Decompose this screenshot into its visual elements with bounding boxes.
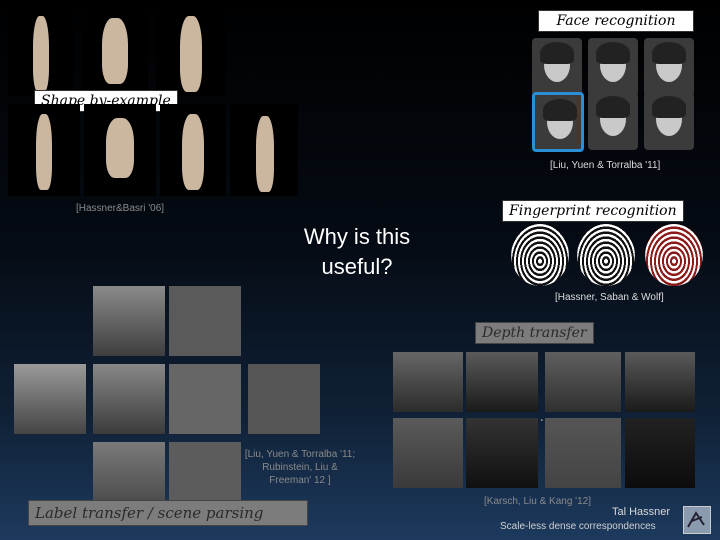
shape-thumb-5	[84, 104, 156, 196]
depth-thumb-1	[393, 352, 463, 412]
fingerprint-3	[645, 224, 703, 286]
footer-subtitle: Scale-less dense correspondences	[500, 521, 656, 532]
shape-thumb-7	[230, 104, 298, 196]
shape-thumb-6	[160, 104, 226, 196]
scene-thumb-2	[169, 286, 241, 356]
face-thumb-6	[644, 92, 694, 150]
shape-thumb-4	[8, 104, 80, 196]
depth-thumb-2	[466, 352, 538, 412]
depth-transfer-caption: Depth transfer	[475, 322, 594, 344]
face-thumb-2	[588, 38, 638, 96]
scene-thumb-5	[169, 364, 241, 434]
shape-by-example-citation: [Hassner&Basri '06]	[76, 203, 165, 214]
label-transfer-citation: [Liu, Yuen & Torralba '11; Rubinstein, L…	[244, 449, 356, 486]
fingerprint-recognition-caption: Fingerprint recognition	[502, 200, 684, 222]
depth-thumb-7	[545, 418, 621, 488]
shape-thumb-2	[82, 8, 148, 96]
shape-thumb-1	[8, 8, 74, 96]
depth-thumb-5	[393, 418, 463, 488]
depth-thumb-6	[466, 418, 538, 488]
face-recognition-caption: Face recognition	[538, 10, 694, 32]
face-thumb-5	[588, 92, 638, 150]
fingerprint-1	[511, 224, 569, 286]
depth-thumb-3	[545, 352, 621, 412]
scene-thumb-4	[93, 364, 165, 434]
fingerprint-citation: [Hassner, Saban & Wolf]	[555, 292, 664, 303]
footer-author: Tal Hassner	[612, 506, 671, 518]
depth-thumb-4	[625, 352, 695, 412]
face-thumb-3	[644, 38, 694, 96]
fingerprint-2	[577, 224, 635, 286]
scene-thumb-3	[14, 364, 86, 434]
face-thumb-selected	[532, 92, 584, 152]
depth-thumb-8	[625, 418, 695, 488]
scene-thumb-6	[248, 364, 320, 434]
scene-thumb-1	[93, 286, 165, 356]
label-transfer-caption: Label transfer / scene parsing	[28, 500, 308, 526]
face-recognition-citation: [Liu, Yuen & Torralba '11]	[550, 160, 661, 171]
depth-transfer-citation: [Karsch, Liu & Kang '12]	[484, 496, 591, 507]
center-question: Why is this useful?	[303, 224, 411, 279]
shape-thumb-3	[156, 8, 226, 96]
face-thumb-1	[532, 38, 582, 96]
logo-icon	[683, 506, 711, 534]
